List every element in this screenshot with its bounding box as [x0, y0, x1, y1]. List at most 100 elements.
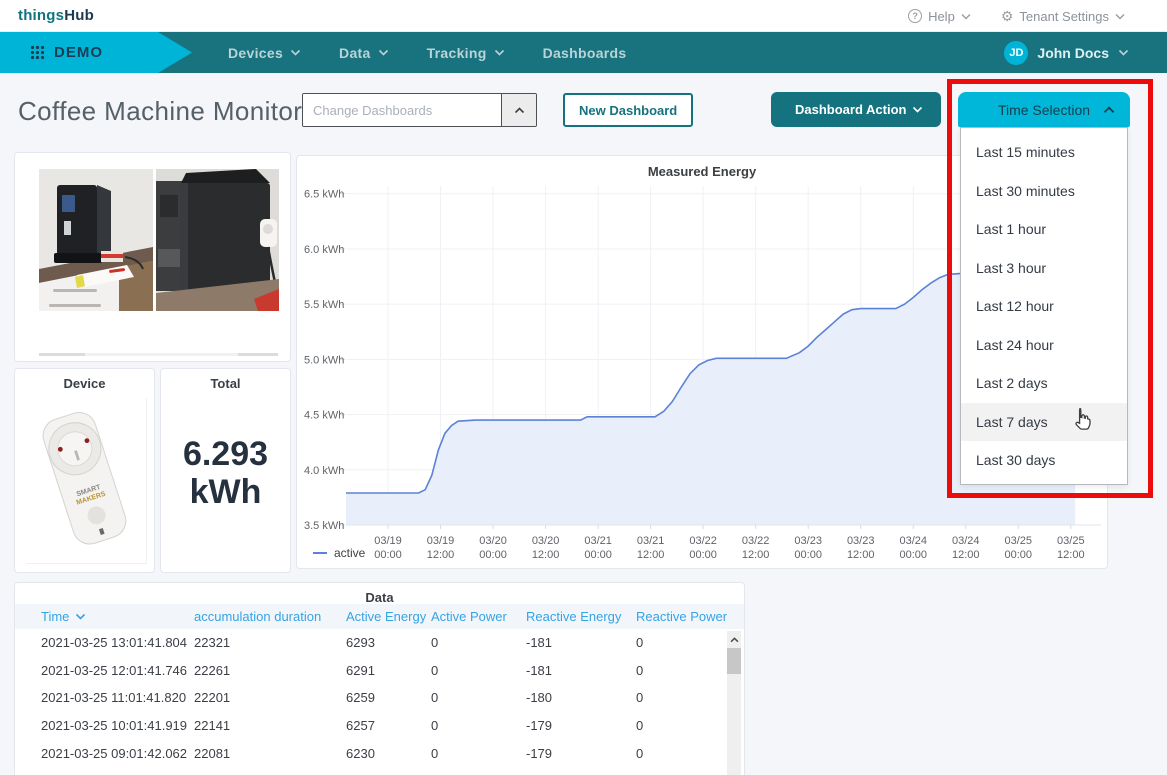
svg-text:00:00: 00:00 — [374, 549, 402, 561]
chevron-down-icon — [1115, 13, 1125, 20]
svg-text:6.5 kWh: 6.5 kWh — [304, 189, 344, 201]
table-cell: 0 — [636, 662, 644, 678]
app-window: thingsHub ? Help ⚙ Tenant Settings DEMO … — [0, 0, 1167, 775]
svg-text:12:00: 12:00 — [952, 549, 980, 561]
table-cell: 22261 — [194, 662, 231, 678]
hand-cursor-icon — [1075, 408, 1091, 430]
top-bar: thingsHub ? Help ⚙ Tenant Settings — [0, 0, 1167, 32]
time-selection-dropdown: Last 15 minutes Last 30 minutes Last 1 hou… — [960, 127, 1128, 485]
nav-item-devices[interactable]: Devices — [228, 32, 301, 73]
time-option-last-15-minutes[interactable]: Last 15 minutes — [961, 133, 1127, 172]
table-row: 2021-03-25 13:01:41.804 22321 6293 0 -181 0 — [15, 629, 728, 657]
svg-text:03/19: 03/19 — [427, 535, 455, 547]
chevron-down-icon — [76, 613, 86, 620]
table-header-row: Time accumulation duration Active Energy Ac… — [15, 604, 744, 629]
table-cell: -181 — [526, 662, 553, 678]
combo-expand-button[interactable] — [501, 94, 536, 126]
time-option-last-12-hour[interactable]: Last 12 hour — [961, 287, 1127, 326]
nav-item-label: Tracking — [426, 44, 487, 61]
table-cell: -181 — [526, 635, 553, 651]
scrollbar-up-button[interactable] — [727, 633, 741, 646]
svg-text:03/23: 03/23 — [847, 535, 875, 547]
svg-text:5.5 kWh: 5.5 kWh — [304, 299, 344, 311]
time-option-last-7-days[interactable]: Last 7 days — [961, 402, 1127, 441]
table-row: 2021-03-25 09:01:42.062 22081 6230 0 -179 0 — [15, 739, 728, 767]
svg-text:12:00: 12:00 — [637, 549, 665, 561]
column-header-reactive-power[interactable]: Reactive Power — [636, 609, 744, 624]
column-header-time[interactable]: Time — [41, 609, 194, 624]
table-cell: 0 — [431, 662, 439, 678]
table-cell: 0 — [636, 635, 644, 651]
tenant-switcher[interactable]: DEMO — [0, 32, 192, 73]
svg-text:03/20: 03/20 — [532, 535, 560, 547]
total-value-unit: kWh — [189, 473, 262, 512]
svg-text:00:00: 00:00 — [479, 549, 507, 561]
table-cell: 0 — [431, 745, 439, 761]
table-row: 2021-03-25 11:01:41.820 22201 6259 0 -180 0 — [15, 684, 728, 712]
chevron-down-icon — [1118, 49, 1129, 56]
svg-text:00:00: 00:00 — [689, 549, 717, 561]
user-menu[interactable]: JD John Docs — [1004, 32, 1129, 73]
table-row: 2021-03-25 12:01:41.746 22261 6291 0 -181 0 — [15, 657, 728, 685]
svg-text:00:00: 00:00 — [1005, 549, 1033, 561]
table-cell: 6257 — [346, 718, 375, 734]
column-header-reactive-energy[interactable]: Reactive Energy — [526, 609, 636, 624]
svg-text:03/21: 03/21 — [584, 535, 612, 547]
table-cell: 6291 — [346, 662, 375, 678]
column-header-label: Active Power — [431, 609, 507, 624]
table-cell: 6230 — [346, 745, 375, 761]
column-header-active-energy[interactable]: Active Energy — [346, 609, 431, 624]
user-name: John Docs — [1037, 44, 1109, 61]
time-option-last-24-hour[interactable]: Last 24 hour — [961, 326, 1127, 365]
coffee-machine-photos-card — [14, 152, 291, 362]
nav-item-label: Dashboards — [542, 44, 627, 61]
legend-label: active — [334, 546, 366, 560]
legend-item-active[interactable]: active — [313, 546, 365, 560]
change-dashboards-combo — [302, 93, 537, 127]
device-card-title: Device — [63, 376, 106, 391]
table-cell: 6293 — [346, 635, 375, 651]
scrollbar-thumb[interactable] — [39, 353, 85, 356]
help-menu[interactable]: ? Help — [908, 9, 971, 24]
column-header-accumulation-duration[interactable]: accumulation duration — [194, 609, 346, 624]
nav-item-data[interactable]: Data — [339, 32, 389, 73]
time-option-last-1-hour[interactable]: Last 1 hour — [961, 210, 1127, 249]
chevron-up-icon — [730, 636, 738, 642]
change-dashboards-input[interactable] — [303, 94, 501, 126]
svg-text:03/21: 03/21 — [637, 535, 665, 547]
dashboard-action-label: Dashboard Action — [795, 102, 907, 117]
table-scrollbar[interactable] — [727, 631, 741, 775]
table-cell: -179 — [526, 745, 553, 761]
svg-text:12:00: 12:00 — [742, 549, 770, 561]
svg-text:00:00: 00:00 — [899, 549, 927, 561]
dashboard-action-button[interactable]: Dashboard Action — [771, 92, 941, 127]
time-option-last-2-days[interactable]: Last 2 days — [961, 364, 1127, 403]
svg-text:6.0 kWh: 6.0 kWh — [304, 244, 344, 256]
column-header-active-power[interactable]: Active Power — [431, 609, 526, 624]
chevron-up-icon — [514, 106, 524, 113]
horizontal-scrollbar[interactable] — [39, 353, 278, 356]
total-value: 6.293 kWh — [161, 435, 290, 511]
svg-text:03/19: 03/19 — [374, 535, 402, 547]
time-selection-button[interactable]: Time Selection — [958, 92, 1130, 127]
time-option-last-30-minutes[interactable]: Last 30 minutes — [961, 172, 1127, 211]
time-selection-label: Time Selection — [997, 101, 1091, 118]
new-dashboard-button[interactable]: New Dashboard — [563, 93, 694, 127]
table-body: 2021-03-25 13:01:41.804 22321 6293 0 -181 0 20… — [15, 629, 728, 775]
time-option-last-3-hour[interactable]: Last 3 hour — [961, 249, 1127, 288]
time-option-last-30-days[interactable]: Last 30 days — [961, 441, 1127, 480]
svg-text:03/24: 03/24 — [952, 535, 980, 547]
total-value-number: 6.293 — [182, 435, 269, 473]
column-header-label: Active Energy — [346, 609, 427, 624]
chevron-down-icon — [912, 106, 923, 113]
table-cell: 22321 — [194, 635, 231, 651]
legend-line-swatch — [313, 552, 327, 554]
nav-item-tracking[interactable]: Tracking — [427, 32, 505, 73]
scrollbar-thumb[interactable] — [727, 648, 741, 674]
tenant-settings-menu[interactable]: ⚙ Tenant Settings — [1001, 9, 1125, 24]
table-cell: 0 — [636, 718, 644, 734]
nav-item-dashboards[interactable]: Dashboards — [543, 32, 627, 73]
svg-text:03/25: 03/25 — [1005, 535, 1033, 547]
help-icon: ? — [908, 9, 923, 23]
table-title: Data — [365, 590, 394, 605]
